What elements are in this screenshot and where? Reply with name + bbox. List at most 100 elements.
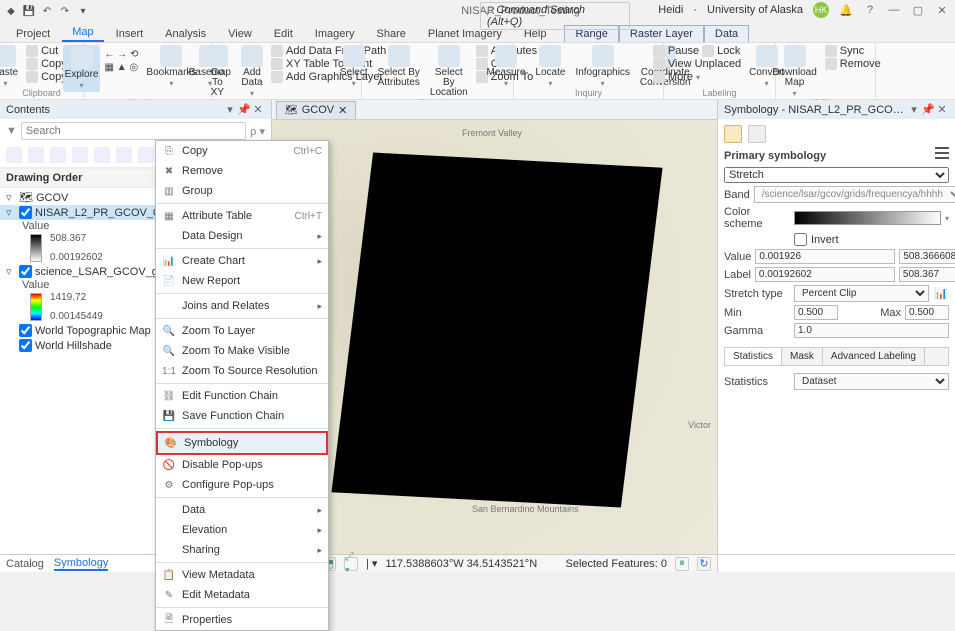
map-tab-gcov[interactable]: 🗺 GCOV ✕ — [276, 101, 356, 119]
search-input[interactable] — [21, 122, 246, 140]
tab-imagery[interactable]: Imagery — [305, 26, 365, 42]
histogram-icon[interactable]: 📊 — [933, 287, 949, 300]
tab-analysis[interactable]: Analysis — [155, 26, 216, 42]
user-avatar[interactable]: HK — [813, 2, 829, 18]
tab-map[interactable]: Map — [62, 24, 103, 42]
sym-type-select[interactable]: Stretch — [724, 167, 949, 183]
redo-icon[interactable]: ↷ — [58, 4, 72, 18]
map-view[interactable]: 🗺 GCOV ✕ Victor ta Clarita Fremont Valle… — [272, 100, 717, 572]
tab-mask[interactable]: Mask — [782, 348, 823, 365]
list-perspective-icon[interactable] — [138, 147, 154, 163]
undo-icon[interactable]: ↶ — [40, 4, 54, 18]
ctx-raster[interactable]: Raster Layer — [619, 25, 704, 42]
explore-button[interactable]: Explore▾ — [63, 45, 101, 92]
tab-advlabel[interactable]: Advanced Labeling — [823, 348, 925, 365]
close-icon[interactable]: ✕ — [251, 103, 265, 116]
hamburger-icon[interactable] — [935, 147, 949, 159]
list-editing-icon[interactable] — [72, 147, 88, 163]
tab-edit[interactable]: Edit — [264, 26, 303, 42]
qat-more-icon[interactable]: ▾ — [76, 4, 90, 18]
unplaced-button[interactable]: View Unplaced — [651, 58, 743, 70]
command-search[interactable]: ρ Command Search (Alt+Q) — [480, 2, 630, 30]
paste-button[interactable]: Paste▾ — [0, 45, 22, 88]
cm-data[interactable]: Data▸ — [156, 500, 328, 520]
stretchtype-select[interactable]: Percent Clip — [794, 285, 929, 302]
search-dropdown-icon[interactable]: ρ ▾ — [250, 125, 265, 138]
ctx-data[interactable]: Data — [704, 25, 749, 42]
minimize-icon[interactable]: — — [887, 3, 901, 17]
pin-icon[interactable]: 📌 — [237, 103, 251, 116]
cm-editfunc[interactable]: ⛓Edit Function Chain — [156, 386, 328, 406]
adddata-button[interactable]: Add Data▾ — [237, 45, 267, 98]
cm-group[interactable]: ▥Group — [156, 181, 328, 201]
save-icon[interactable]: 💾 — [22, 4, 36, 18]
cm-joins[interactable]: Joins and Relates▸ — [156, 296, 328, 316]
locate-button[interactable]: Locate▾ — [531, 45, 569, 88]
basemap-button[interactable]: Basemap▾ — [185, 45, 235, 88]
cm-viewmeta[interactable]: 📋View Metadata — [156, 565, 328, 585]
cm-zoomsource[interactable]: 1:1Zoom To Source Resolution — [156, 361, 328, 381]
filter-icon[interactable]: ▼ — [6, 125, 17, 137]
list-drawing-icon[interactable] — [6, 147, 22, 163]
value-hi[interactable] — [899, 249, 955, 264]
invert-check[interactable] — [794, 233, 807, 246]
tab-close-icon[interactable]: ✕ — [338, 104, 347, 117]
close-icon[interactable]: ✕ — [935, 3, 949, 17]
tab-statistics[interactable]: Statistics — [725, 348, 782, 365]
min-input[interactable] — [794, 305, 838, 320]
label-hi[interactable] — [899, 267, 955, 282]
more-button[interactable]: More ▾ — [651, 71, 743, 83]
cm-copy[interactable]: ⎘CopyCtrl+C — [156, 141, 328, 161]
cm-disablepop[interactable]: 🚫Disable Pop-ups — [156, 455, 328, 475]
cm-properties[interactable]: 🗎Properties — [156, 610, 328, 630]
stats-select[interactable]: Dataset — [794, 373, 949, 390]
remove-button[interactable]: Remove — [823, 58, 883, 70]
infographics-button[interactable]: Infographics▾ — [571, 45, 633, 88]
tab-share[interactable]: Share — [367, 26, 416, 42]
user-name[interactable]: Heidi — [658, 4, 683, 16]
cm-editmeta[interactable]: ✎Edit Metadata — [156, 585, 328, 605]
nav-view[interactable]: ▦ ▲ ◎ — [102, 62, 140, 73]
gamma-input[interactable] — [794, 323, 949, 338]
list-source-icon[interactable] — [28, 147, 44, 163]
colorscheme-picker[interactable] — [794, 211, 941, 225]
value-lo[interactable] — [755, 249, 895, 264]
tab-project[interactable]: Project — [6, 26, 60, 42]
cm-createchart[interactable]: 📊Create Chart▸ — [156, 251, 328, 271]
bottom-tab-catalog[interactable]: Catalog — [6, 558, 44, 570]
primary-sym-icon[interactable] — [724, 125, 742, 143]
basemap-canvas[interactable]: Victor ta Clarita Fremont Valley San Ber… — [272, 120, 717, 554]
tab-view[interactable]: View — [218, 26, 262, 42]
sync-button[interactable]: Sync — [823, 45, 883, 57]
bell-icon[interactable]: 🔔 — [839, 3, 853, 17]
cm-datadesign[interactable]: Data Design▸ — [156, 226, 328, 246]
dropdown-icon[interactable]: ▾ — [223, 103, 237, 116]
vary-sym-icon[interactable] — [748, 125, 766, 143]
download-button[interactable]: Download Map▾ — [768, 45, 820, 98]
cm-zoomlayer[interactable]: 🔍Zoom To Layer — [156, 321, 328, 341]
list-labeling-icon[interactable] — [116, 147, 132, 163]
label-lo[interactable] — [755, 267, 895, 282]
cm-remove[interactable]: ✖Remove — [156, 161, 328, 181]
cm-configpop[interactable]: ⚙Configure Pop-ups — [156, 475, 328, 495]
cm-sharing[interactable]: Sharing▸ — [156, 540, 328, 560]
band-select[interactable]: /science/lsar/gcov/grids/frequencya/hhhh — [754, 186, 955, 203]
cm-savefunc[interactable]: 💾Save Function Chain — [156, 406, 328, 426]
max-input[interactable] — [905, 305, 949, 320]
close-icon[interactable]: ✕ — [935, 103, 949, 116]
bottom-tab-symbology[interactable]: Symbology — [54, 557, 108, 571]
cm-elevation[interactable]: Elevation▸ — [156, 520, 328, 540]
pin-icon[interactable]: 📌 — [921, 103, 935, 116]
list-selection-icon[interactable] — [50, 147, 66, 163]
select-button[interactable]: Select▾ — [336, 45, 372, 88]
list-snapping-icon[interactable] — [94, 147, 110, 163]
cm-symbology[interactable]: 🎨Symbology — [156, 431, 328, 455]
help-icon[interactable]: ? — [863, 3, 877, 17]
selectbyloc-button[interactable]: Select By Location — [426, 45, 472, 98]
measure-button[interactable]: Measure▾ — [483, 45, 530, 88]
selectbyattr-button[interactable]: Select By Attributes — [374, 45, 424, 88]
nav-arrows[interactable]: ← → ⟲ — [102, 49, 140, 60]
maximize-icon[interactable]: ▢ — [911, 3, 925, 17]
pause-button[interactable]: Pause Lock — [651, 45, 743, 57]
dropdown-icon[interactable]: ▾ — [907, 103, 921, 116]
